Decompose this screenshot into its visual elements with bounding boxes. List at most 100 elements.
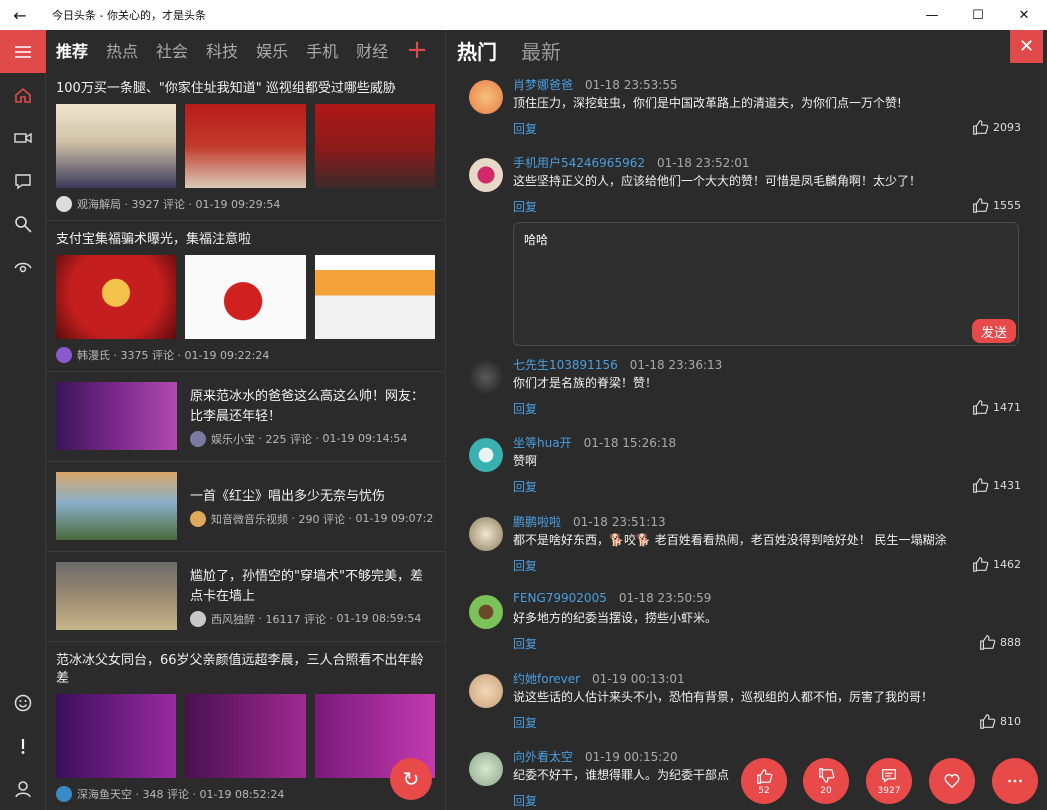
tab-latest-comments[interactable]: 最新 bbox=[521, 36, 561, 65]
article-image bbox=[56, 472, 177, 540]
search-button[interactable] bbox=[0, 202, 46, 245]
like-article-button[interactable]: 52 bbox=[741, 758, 787, 804]
avatar bbox=[190, 510, 206, 527]
favorite-button[interactable] bbox=[929, 758, 975, 804]
refresh-icon: ↻ bbox=[402, 767, 420, 791]
avatar[interactable] bbox=[469, 517, 503, 551]
avatar[interactable] bbox=[469, 438, 503, 472]
list-item[interactable]: 原来范冰水的爸爸这么高这么帅！网友：比李晨还年轻！ 娱乐小宝 · 225 评论 … bbox=[46, 372, 445, 462]
comments-count-button[interactable]: 3927 bbox=[866, 758, 912, 804]
close-icon: ✕ bbox=[1018, 36, 1035, 57]
tab-tech[interactable]: 科技 bbox=[206, 38, 238, 62]
article-author: 娱乐小宝 bbox=[211, 432, 255, 446]
comment-text: 这些坚持正义的人，应该给他们一个大大的赞！可惜是凤毛麟角啊！太少了！ bbox=[513, 174, 922, 188]
chat-button[interactable] bbox=[0, 159, 46, 202]
article-title[interactable]: 100万买一条腿、"你家住址我知道" 巡视组都受过哪些威胁 bbox=[56, 80, 435, 98]
article-title[interactable]: 一首《红尘》唱出多少无奈与忧伤 bbox=[190, 487, 433, 507]
like-button[interactable]: 888 bbox=[978, 633, 1021, 651]
notice-button[interactable] bbox=[0, 724, 46, 767]
user-button[interactable] bbox=[0, 767, 46, 810]
more-icon bbox=[1008, 779, 1022, 783]
avatar[interactable] bbox=[469, 80, 503, 114]
like-button[interactable]: 1462 bbox=[971, 555, 1021, 573]
comment-time: 01-18 15:26:18 bbox=[583, 436, 677, 450]
avatar[interactable] bbox=[469, 158, 503, 192]
comment-user[interactable]: 坐等hua开 bbox=[513, 436, 572, 450]
maximize-button[interactable]: ☐ bbox=[955, 0, 1001, 30]
like-count: 810 bbox=[1000, 714, 1021, 728]
reply-input-text[interactable]: 哈哈 bbox=[524, 231, 548, 248]
close-window-button[interactable]: ✕ bbox=[1001, 0, 1047, 30]
avatar[interactable] bbox=[469, 674, 503, 708]
feedback-button[interactable] bbox=[0, 681, 46, 724]
reply-link[interactable]: 回复 bbox=[513, 400, 537, 417]
reply-link[interactable]: 回复 bbox=[513, 557, 537, 574]
tab-recommend[interactable]: 推荐 bbox=[56, 38, 88, 62]
comment-user[interactable]: 七先生103891156 bbox=[513, 358, 618, 372]
comment-text: 纪委不好干，谁想得罪人。为纪委干部点 bbox=[513, 768, 730, 782]
list-item[interactable]: 一首《红尘》唱出多少无奈与忧伤 知音微音乐视频 · 290 评论 · 01-19… bbox=[46, 462, 445, 552]
list-item[interactable]: 支付宝集福骗术曝光，集福注意啦 韩漫氏 · 3375 评论 · 01-19 09… bbox=[46, 221, 445, 372]
avatar[interactable] bbox=[469, 752, 503, 786]
eye-icon bbox=[14, 262, 32, 272]
article-image bbox=[185, 255, 306, 339]
comment-user[interactable]: 手机用户54246965962 bbox=[513, 156, 645, 170]
like-button[interactable]: 810 bbox=[978, 712, 1021, 730]
follow-button[interactable] bbox=[0, 245, 46, 288]
reply-link[interactable]: 回复 bbox=[513, 120, 537, 137]
article-title[interactable]: 范冰冰父女同台，66岁父亲颜值远超李晨，三人合照看不出年龄差 bbox=[56, 652, 435, 688]
tab-society[interactable]: 社会 bbox=[156, 38, 188, 62]
reply-link[interactable]: 回复 bbox=[513, 478, 537, 495]
tab-entertainment[interactable]: 娱乐 bbox=[256, 38, 288, 62]
tab-hot-comments[interactable]: 热门 bbox=[457, 36, 497, 65]
news-feed: 推荐 热点 社会 科技 娱乐 手机 财经 + 100万买一条腿、"你家住址我知道… bbox=[46, 30, 446, 810]
refresh-button[interactable]: ↻ bbox=[390, 758, 432, 800]
like-button[interactable]: 1471 bbox=[971, 398, 1021, 416]
thumb-up-icon bbox=[980, 635, 996, 650]
article-meta: 西风独醉 · 16117 评论 · 01-19 08:59:54 bbox=[190, 610, 435, 627]
dislike-article-button[interactable]: 20 bbox=[803, 758, 849, 804]
article-time: 01-19 09:22:24 bbox=[184, 348, 270, 362]
minimize-icon: — bbox=[925, 7, 939, 23]
home-icon bbox=[15, 87, 31, 103]
comment-time: 01-19 00:15:20 bbox=[585, 750, 678, 764]
tab-finance[interactable]: 财经 bbox=[356, 38, 388, 62]
comment-text: 说这些话的人估计来头不小，恐怕有背景，巡视组的人都不怕，厉害了我的哥！ bbox=[513, 690, 934, 704]
close-panel-button[interactable]: ✕ bbox=[1010, 30, 1043, 63]
menu-button[interactable] bbox=[0, 30, 46, 73]
comment-user[interactable]: 鹏鹏啦啦 bbox=[513, 515, 561, 529]
like-button[interactable]: 2093 bbox=[971, 118, 1021, 136]
comment-user[interactable]: 约她forever bbox=[513, 672, 580, 686]
add-channel-icon[interactable]: + bbox=[406, 37, 428, 63]
tab-phone[interactable]: 手机 bbox=[306, 38, 338, 62]
reply-input[interactable]: 哈哈 发送 bbox=[513, 222, 1019, 346]
comment-time: 01-18 23:50:59 bbox=[618, 591, 712, 605]
exclamation-icon bbox=[21, 738, 25, 754]
reply-link[interactable]: 回复 bbox=[513, 635, 537, 652]
more-button[interactable] bbox=[992, 758, 1038, 804]
list-item[interactable]: 100万买一条腿、"你家住址我知道" 巡视组都受过哪些威胁 观海解局 · 392… bbox=[46, 70, 445, 221]
thumb-up-icon bbox=[757, 768, 773, 784]
avatar[interactable] bbox=[469, 595, 503, 629]
back-button[interactable]: ← bbox=[0, 0, 40, 30]
minimize-button[interactable]: — bbox=[909, 0, 955, 30]
home-button[interactable] bbox=[0, 73, 46, 116]
tab-hot[interactable]: 热点 bbox=[106, 38, 138, 62]
avatar[interactable] bbox=[469, 360, 503, 394]
article-title[interactable]: 尴尬了，孙悟空的"穿墙术"不够完美，差点卡在墙上 bbox=[190, 567, 435, 607]
reply-link[interactable]: 回复 bbox=[513, 714, 537, 731]
list-item[interactable]: 范冰冰父女同台，66岁父亲颜值远超李晨，三人合照看不出年龄差 深海鱼天空 · 3… bbox=[46, 642, 445, 810]
article-title[interactable]: 原来范冰水的爸爸这么高这么帅！网友：比李晨还年轻！ bbox=[190, 387, 435, 427]
like-button[interactable]: 1555 bbox=[971, 196, 1021, 214]
comment-user[interactable]: 向外看太空 bbox=[513, 750, 573, 764]
reply-link[interactable]: 回复 bbox=[513, 198, 537, 215]
article-title[interactable]: 支付宝集福骗术曝光，集福注意啦 bbox=[56, 231, 435, 249]
send-button[interactable]: 发送 bbox=[972, 319, 1016, 343]
like-button[interactable]: 1431 bbox=[971, 476, 1021, 494]
article-image bbox=[185, 104, 306, 188]
reply-link[interactable]: 回复 bbox=[513, 792, 537, 809]
list-item[interactable]: 尴尬了，孙悟空的"穿墙术"不够完美，差点卡在墙上 西风独醉 · 16117 评论… bbox=[46, 552, 445, 642]
video-button[interactable] bbox=[0, 116, 46, 159]
comment-user[interactable]: 肖梦娜爸爸 bbox=[513, 78, 573, 92]
comment-user[interactable]: FENG79902005 bbox=[513, 591, 607, 605]
